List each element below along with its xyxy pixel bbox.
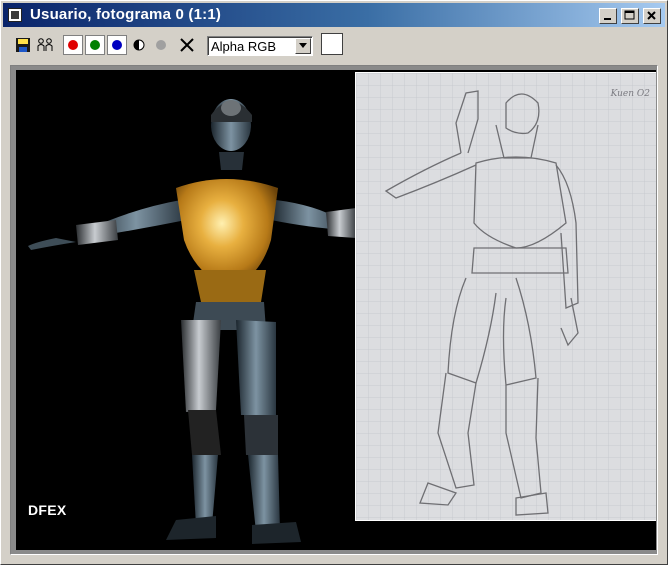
clone-window-icon (37, 38, 53, 51)
red-channel-button[interactable] (63, 35, 83, 55)
maximize-button[interactable] (621, 8, 639, 24)
reference-sketch: Kuen O2 (355, 72, 656, 521)
alpha-dot-icon (156, 40, 166, 50)
monochrome-button[interactable] (129, 35, 149, 55)
red-dot-icon (68, 40, 78, 50)
watermark-text: DFEX (28, 502, 67, 518)
channel-dropdown-button[interactable] (295, 38, 311, 54)
render-frame-window: Usuario, fotograma 0 (1:1) Alpha RGB Kue… (0, 0, 668, 565)
window-title: Usuario, fotograma 0 (1:1) (30, 6, 222, 23)
character-render (28, 99, 356, 544)
viewport-frame: Kuen O2 DFEX (10, 65, 658, 555)
close-button[interactable] (643, 8, 661, 24)
channel-select[interactable]: Alpha RGB (207, 36, 313, 56)
title-bar[interactable]: Usuario, fotograma 0 (1:1) (3, 3, 665, 27)
toolbar: Alpha RGB (3, 29, 665, 61)
sketch-drawing (356, 73, 656, 520)
minimize-icon (604, 18, 611, 20)
chevron-down-icon (299, 43, 307, 48)
monochrome-icon (133, 39, 145, 51)
green-dot-icon (90, 40, 100, 50)
floppy-disk-icon (16, 38, 30, 52)
clone-window-button[interactable] (35, 35, 55, 55)
save-button[interactable] (13, 35, 33, 55)
maximize-icon (624, 10, 635, 20)
channel-select-value: Alpha RGB (211, 39, 277, 54)
minimize-button[interactable] (599, 8, 617, 24)
sketch-corner-text: Kuen O2 (610, 89, 650, 99)
clear-button[interactable] (177, 35, 197, 55)
close-icon (647, 11, 656, 20)
clear-x-icon (180, 38, 194, 52)
background-color-swatch[interactable] (321, 33, 343, 55)
blue-channel-button[interactable] (107, 35, 127, 55)
rendered-image[interactable]: Kuen O2 DFEX (16, 70, 656, 550)
alpha-channel-button[interactable] (151, 35, 171, 55)
app-icon[interactable] (8, 8, 22, 22)
green-channel-button[interactable] (85, 35, 105, 55)
blue-dot-icon (112, 40, 122, 50)
